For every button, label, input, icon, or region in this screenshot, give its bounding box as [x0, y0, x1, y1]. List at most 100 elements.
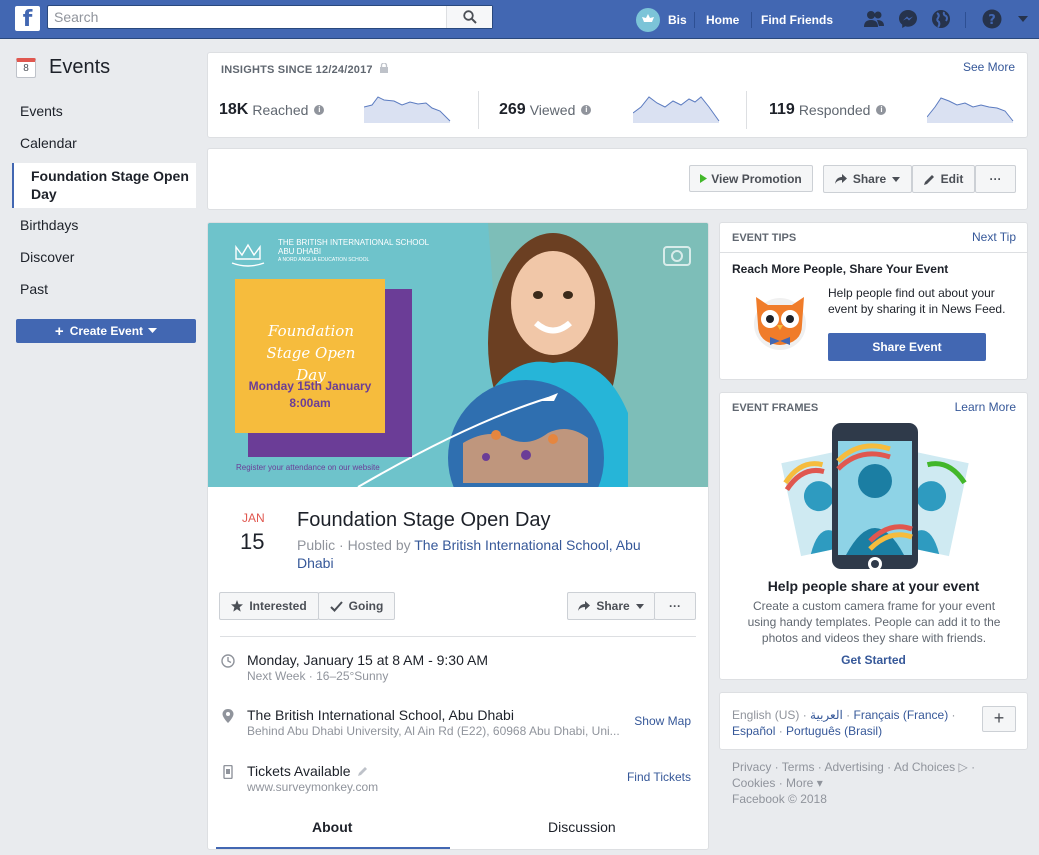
sidebar-item-calendar[interactable]: Calendar [20, 135, 77, 151]
play-icon [700, 174, 708, 183]
language-arabic[interactable]: العربية [810, 708, 843, 722]
language-french[interactable]: Français (France) [854, 708, 949, 722]
event-title: Foundation Stage Open Day [297, 509, 551, 531]
tip-text: Help people find out about your event by… [828, 286, 1006, 316]
pencil-icon[interactable] [358, 766, 368, 776]
language-selector: English (US) · العربية · Français (Franc… [719, 692, 1028, 750]
view-promotion-button[interactable]: View Promotion [689, 165, 813, 192]
sidebar-item-discover[interactable]: Discover [20, 249, 74, 265]
current-language: English (US) · [732, 708, 811, 722]
sidebar-item-foundation-stage-open-day[interactable]: Foundation Stage Open Day [12, 163, 196, 208]
event-action-bar: View Promotion Share Edit ··· [207, 148, 1028, 210]
notifications-globe-icon[interactable] [930, 8, 952, 30]
edit-button[interactable]: Edit [912, 165, 975, 193]
tip-heading: Reach More People, Share Your Event [732, 262, 949, 276]
language-spanish[interactable]: Español [732, 724, 775, 738]
event-host-line: Public · Hosted by The British Internati… [297, 536, 667, 572]
event-more-button[interactable]: ··· [654, 592, 696, 620]
event-share-button[interactable]: Share [567, 592, 655, 620]
tab-discussion[interactable]: Discussion [548, 819, 616, 835]
event-time[interactable]: Monday, January 15 at 8 AM - 9:30 AM [247, 652, 488, 668]
share-button[interactable]: Share [823, 165, 912, 193]
metric-value: 269 [499, 101, 526, 118]
search-box[interactable] [47, 5, 493, 29]
metric-value: 119 [769, 101, 795, 118]
copyright: Facebook © 2018 [732, 792, 827, 806]
event-cover-photo[interactable]: THE BRITISH INTERNATIONAL SCHOOL ABU DHA… [208, 223, 708, 487]
get-started-link[interactable]: Get Started [720, 653, 1027, 667]
metric-value: 18K [219, 101, 249, 118]
find-friends-link[interactable]: Find Friends [761, 0, 833, 39]
phone-frames-illustration [781, 423, 969, 571]
event-tickets-row: Tickets Available www.surveymonkey.com F… [221, 763, 697, 797]
tickets-url[interactable]: www.surveymonkey.com [247, 780, 378, 794]
metric-reached[interactable]: 18K Reached i [219, 101, 325, 119]
friend-requests-icon[interactable] [863, 8, 885, 30]
sidebar-item-events[interactable]: Events [20, 103, 63, 119]
sidebar-item-birthdays[interactable]: Birthdays [20, 217, 78, 233]
home-link[interactable]: Home [706, 0, 739, 39]
pencil-icon [923, 174, 934, 185]
metric-responded[interactable]: 119 Responded i [769, 101, 887, 119]
sidebar-item-past[interactable]: Past [20, 281, 48, 297]
viewed-sparkline [633, 96, 720, 123]
metric-viewed[interactable]: 269 Viewed i [499, 101, 592, 119]
divider [220, 636, 696, 637]
divider [478, 91, 479, 129]
ticket-icon [223, 765, 233, 779]
avatar [636, 7, 660, 32]
tab-about[interactable]: About [312, 819, 352, 835]
nav-divider [965, 12, 966, 28]
footer-line-more[interactable]: Cookies · More ▾ [732, 775, 1002, 791]
interested-button[interactable]: Interested [219, 592, 319, 620]
language-portuguese[interactable]: Português (Brasil) [786, 724, 882, 738]
clock-icon [221, 654, 235, 668]
check-icon [329, 600, 343, 612]
footer-line-policies[interactable]: Privacy · Terms · Advertising · Ad Choic… [732, 759, 1002, 775]
more-options-button[interactable]: ··· [975, 165, 1016, 193]
help-icon[interactable]: ? [981, 8, 1003, 30]
create-event-button[interactable]: + Create Event [16, 319, 196, 343]
account-menu-chevron-icon[interactable] [1012, 8, 1034, 30]
event-frames-panel: EVENT FRAMES Learn More Help people shar… [719, 392, 1028, 680]
search-button[interactable] [446, 6, 492, 28]
event-card: THE BRITISH INTERNATIONAL SCHOOL ABU DHA… [207, 222, 709, 850]
tickets-available: Tickets Available [247, 763, 368, 779]
metric-label: Responded [798, 102, 871, 118]
chevron-down-icon [635, 603, 644, 609]
event-address: Behind Abu Dhabi University, Al Ain Rd (… [247, 724, 620, 738]
event-frames-title: EVENT FRAMES [732, 402, 819, 414]
facebook-logo-icon[interactable]: f [15, 6, 40, 31]
language-separator: · [948, 708, 956, 722]
divider [746, 91, 747, 129]
event-tips-title: EVENT TIPS [732, 232, 797, 244]
find-tickets-link[interactable]: Find Tickets [627, 770, 691, 784]
reached-sparkline [364, 96, 451, 123]
profile-link[interactable]: Bis [636, 0, 687, 39]
share-arrow-icon [834, 174, 847, 184]
going-button[interactable]: Going [318, 592, 395, 620]
footer-links: Privacy · Terms · Advertising · Ad Choic… [732, 759, 1002, 807]
search-input[interactable] [48, 6, 448, 28]
see-more-link[interactable]: See More [963, 60, 1015, 74]
share-arrow-icon [578, 601, 591, 611]
more-languages-button[interactable]: + [982, 706, 1016, 732]
language-separator: · [775, 724, 787, 738]
learn-more-link[interactable]: Learn More [955, 400, 1016, 414]
responded-sparkline [927, 97, 1014, 123]
user-name: Bis [668, 12, 687, 27]
event-privacy: Public · Hosted by [297, 537, 415, 553]
event-date-month: JAN [242, 511, 265, 525]
create-event-label: Create Event [69, 324, 144, 338]
event-location[interactable]: The British International School, Abu Dh… [247, 707, 514, 723]
event-location-row: The British International School, Abu Dh… [221, 707, 697, 741]
next-tip-link[interactable]: Next Tip [972, 230, 1016, 244]
poster-time: 8:00am [289, 396, 331, 410]
event-time-row: Monday, January 15 at 8 AM - 9:30 AM Nex… [221, 652, 697, 686]
language-separator: · [842, 708, 854, 722]
show-map-link[interactable]: Show Map [634, 714, 691, 728]
event-tips-header: EVENT TIPS Next Tip [720, 223, 1027, 253]
owl-icon [754, 297, 806, 350]
messenger-icon[interactable] [897, 8, 919, 30]
share-event-button[interactable]: Share Event [828, 333, 986, 361]
